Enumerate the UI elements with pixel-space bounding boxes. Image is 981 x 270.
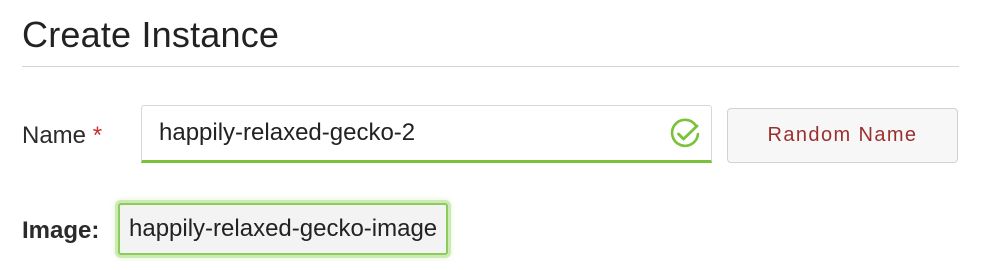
- required-marker: *: [92, 122, 103, 149]
- image-value: happily-relaxed-gecko-image: [118, 203, 449, 255]
- name-label-text: Name: [22, 122, 87, 149]
- title-divider: [22, 66, 959, 67]
- name-label: Name *: [22, 118, 102, 154]
- name-input[interactable]: [142, 106, 652, 160]
- page-title: Create Instance: [22, 14, 280, 55]
- check-circle-icon: [670, 118, 700, 148]
- name-field[interactable]: [141, 105, 712, 163]
- random-name-button[interactable]: Random Name: [727, 108, 958, 163]
- image-label: Image:: [22, 217, 100, 244]
